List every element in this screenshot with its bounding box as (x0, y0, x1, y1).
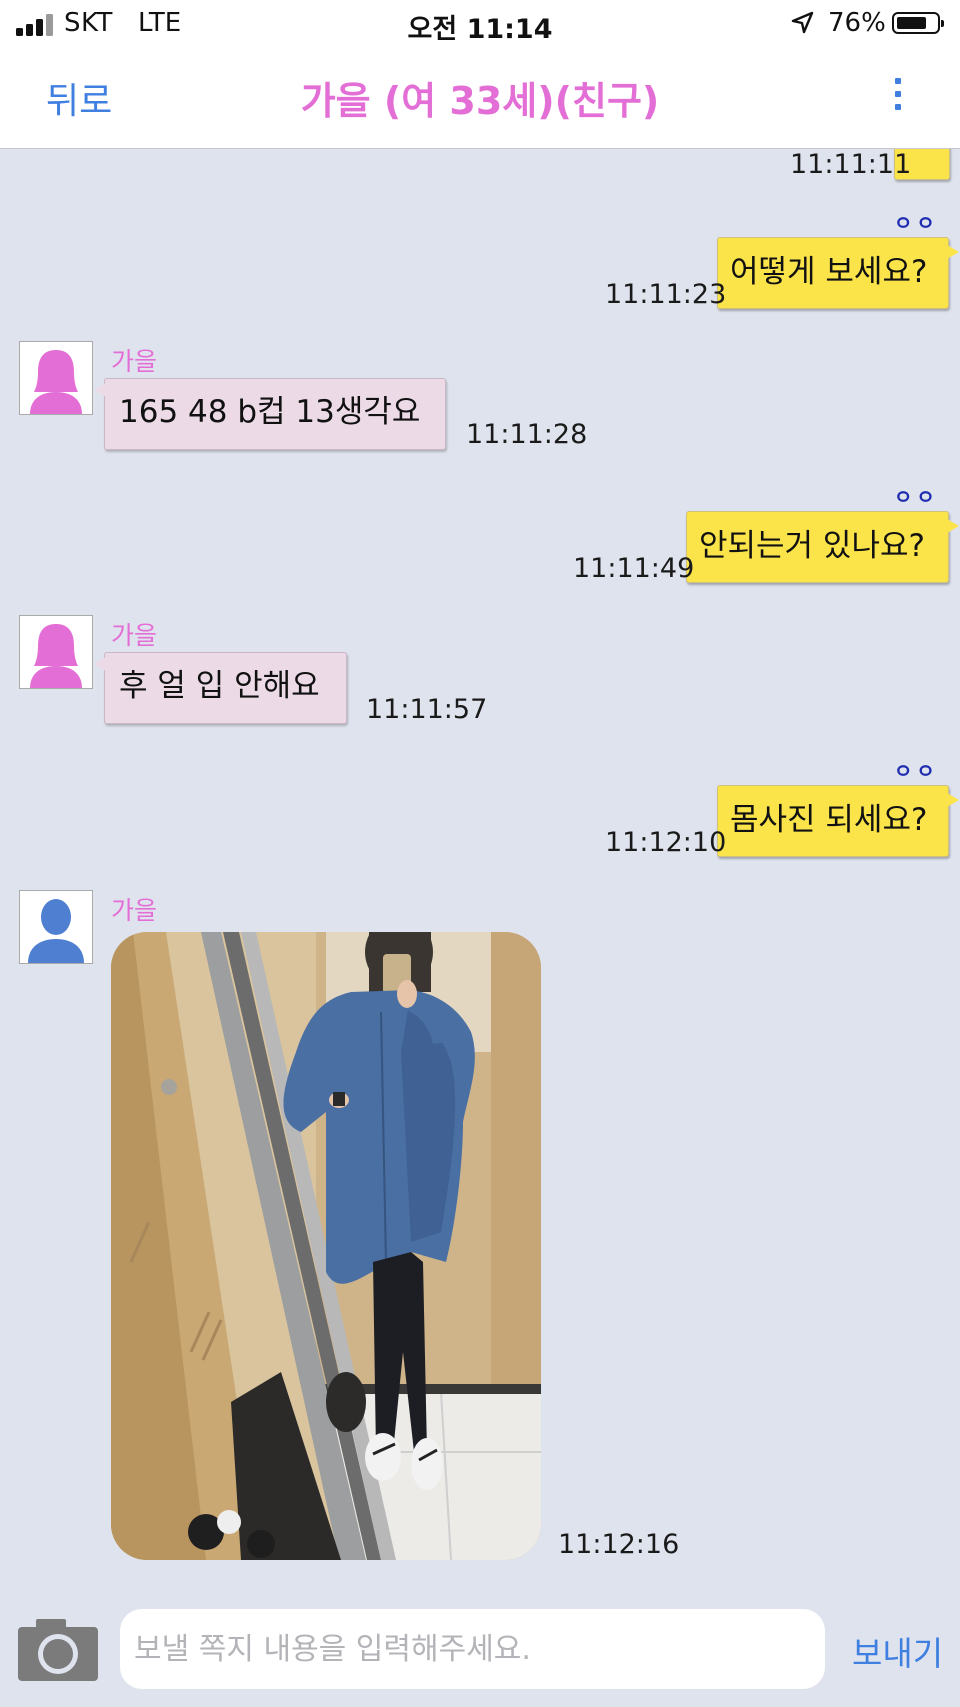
female-avatar-icon (30, 624, 82, 688)
message-photo[interactable] (111, 932, 541, 1560)
battery-icon (892, 12, 944, 34)
more-options-icon[interactable] (890, 78, 906, 114)
sender-name: 가을 (111, 896, 158, 925)
outgoing-message-bubble: 안되는거 있나요? (686, 511, 959, 583)
outgoing-message-bubble: 몸사진 되세요? (717, 785, 959, 857)
message-input[interactable] (120, 1609, 825, 1689)
navigation-bar: 뒤로 가을 (여 33세)(친구) (0, 50, 960, 149)
message-timestamp: 11:11:11 (790, 149, 912, 180)
sender-avatar[interactable] (19, 890, 93, 964)
male-avatar-icon (28, 899, 84, 963)
sender-name: 가을 (111, 621, 158, 650)
status-time: 오전 11:14 (407, 14, 553, 45)
message-timestamp: 11:11:57 (366, 694, 488, 725)
read-receipt: ㅇㅇ (894, 485, 939, 509)
battery-level-fill (897, 17, 926, 29)
outgoing-message-bubble: 어떻게 보세요? (717, 237, 959, 309)
send-button[interactable]: 보내기 (852, 1627, 943, 1675)
message-text: 후 얼 입 안해요 (119, 668, 320, 704)
incoming-message-bubble: 후 얼 입 안해요 (94, 652, 347, 724)
message-timestamp: 11:11:23 (605, 279, 727, 310)
battery-percent: 76% (828, 8, 886, 38)
sender-name: 가을 (111, 347, 158, 376)
message-timestamp: 11:12:16 (558, 1529, 680, 1560)
read-receipt: ㅇㅇ (894, 759, 939, 783)
chat-title: 가을 (여 33세)(친구) (300, 79, 660, 123)
message-text: 165 48 b컵 13생각요 (119, 394, 421, 430)
message-text: 몸사진 되세요? (730, 802, 928, 838)
message-text: 어떻게 보세요? (730, 254, 928, 290)
message-timestamp: 11:11:49 (573, 553, 695, 584)
camera-icon[interactable] (18, 1617, 98, 1681)
message-timestamp: 11:12:10 (605, 827, 727, 858)
read-receipt: ㅇㅇ (894, 211, 939, 235)
message-composer: 보내기 (0, 1589, 960, 1707)
female-avatar-icon (30, 350, 82, 414)
location-arrow-icon (791, 11, 814, 34)
message-timestamp: 11:11:28 (466, 419, 588, 450)
incoming-message-bubble: 165 48 b컵 13생각요 (94, 378, 446, 450)
sender-avatar[interactable] (19, 341, 93, 415)
sender-avatar[interactable] (19, 615, 93, 689)
message-text: 안되는거 있나요? (699, 528, 925, 564)
status-bar: SKT LTE 오전 11:14 76% (0, 0, 960, 50)
mirror-selfie-photo (111, 932, 541, 1560)
chat-message-list[interactable]: 11:11:11 ㅇㅇ 어떻게 보세요? 11:11:23 가을 165 48 … (0, 149, 960, 1589)
